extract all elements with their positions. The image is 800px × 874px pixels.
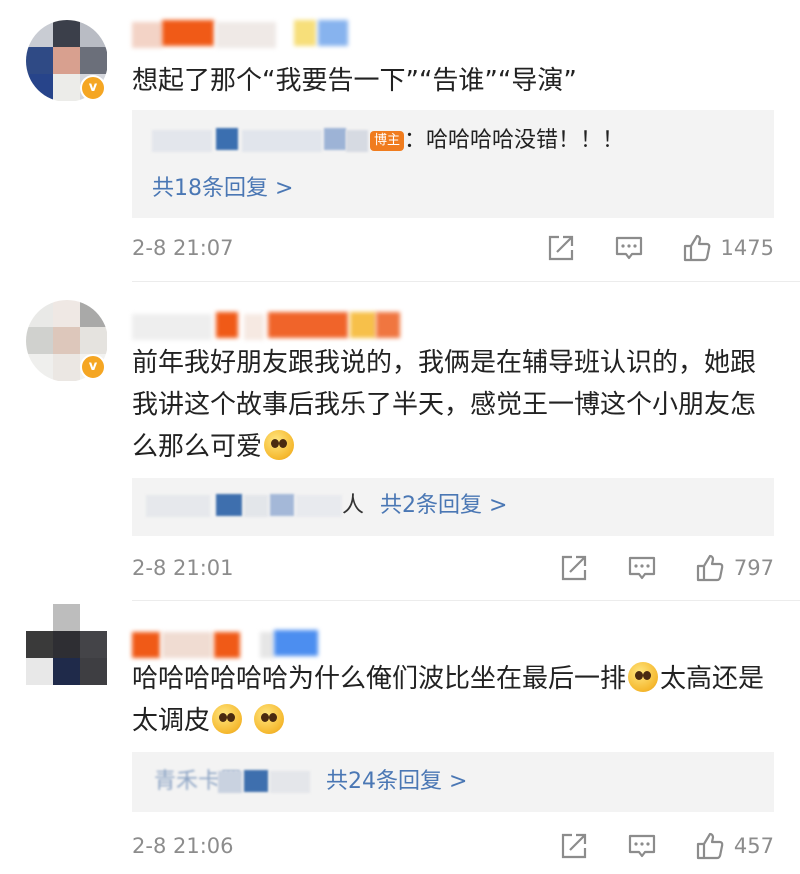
reply-count-link[interactable]: 共18条回复 > — [152, 170, 293, 202]
timestamp: 2-8 21:01 — [132, 556, 234, 580]
reply-preview[interactable]: 博主 ：哈哈哈哈没错！！！ 共18条回复 > — [132, 110, 774, 218]
pleading-face-emoji-icon — [212, 704, 243, 734]
verified-badge-icon: v — [80, 354, 106, 380]
pleading-face-emoji-icon — [254, 704, 285, 734]
timestamp: 2-8 21:06 — [132, 834, 234, 858]
reply-count-link[interactable]: 共2条回复 > — [380, 490, 507, 522]
comment-icon[interactable] — [626, 552, 658, 584]
like-count: 797 — [733, 556, 774, 580]
reply-line: 人 共2条回复 > — [132, 490, 774, 522]
reply-preview[interactable]: 人 共2条回复 > — [132, 478, 774, 536]
comment-item: 哈哈哈哈哈哈为什么俺们波比坐在最后一排 太高还是太调皮 青禾卡罗 共24条回复 >… — [0, 600, 800, 874]
username[interactable] — [132, 628, 332, 658]
reply-line: 青禾卡罗 共24条回复 > — [132, 766, 774, 798]
username[interactable] — [132, 18, 362, 48]
reply-text: ：哈哈哈哈没错！！！ — [404, 128, 625, 153]
like-count: 457 — [733, 834, 774, 858]
action-bar: 457 — [558, 830, 774, 862]
pleading-face-emoji-icon — [264, 430, 295, 460]
action-bar: 797 — [558, 552, 774, 584]
comment-item: v 想起了那个“我要告一下”“告谁”“导演” 博主 ：哈哈哈哈没错！！！ 共18条… — [0, 0, 800, 282]
verified-badge-icon: v — [80, 75, 106, 101]
share-icon[interactable] — [558, 552, 590, 584]
comment-text: 前年我好朋友跟我说的，我俩是在辅导班认识的，她跟我讲这个故事后我乐了半天，感觉王… — [132, 348, 757, 462]
avatar[interactable] — [26, 604, 108, 686]
like-icon[interactable] — [681, 232, 713, 264]
action-bar: 1475 — [545, 232, 774, 264]
reply-text: 人 — [342, 493, 365, 518]
comment-text: 哈哈哈哈哈哈为什么俺们波比坐在最后一排 太高还是太调皮 — [132, 662, 765, 736]
reply-preview[interactable]: 青禾卡罗 共24条回复 > — [132, 752, 774, 812]
comment-text: 想起了那个“我要告一下”“告谁”“导演” — [132, 66, 577, 96]
like-icon[interactable] — [694, 552, 726, 584]
share-icon[interactable] — [558, 830, 590, 862]
comment-item: v 前年我好朋友跟我说的，我俩是在辅导班认识的，她跟我讲这个故事后我乐了半天，感… — [0, 282, 800, 601]
username[interactable] — [132, 310, 412, 340]
comment-icon[interactable] — [613, 232, 645, 264]
share-icon[interactable] — [545, 232, 577, 264]
pleading-face-emoji-icon — [628, 662, 659, 692]
like-count: 1475 — [720, 236, 774, 260]
comment-icon[interactable] — [626, 830, 658, 862]
reply-line: 博主 ：哈哈哈哈没错！！！ — [132, 126, 774, 156]
timestamp: 2-8 21:07 — [132, 236, 234, 260]
reply-count-link[interactable]: 共24条回复 > — [326, 766, 467, 798]
like-icon[interactable] — [694, 830, 726, 862]
host-tag: 博主 — [370, 131, 405, 151]
